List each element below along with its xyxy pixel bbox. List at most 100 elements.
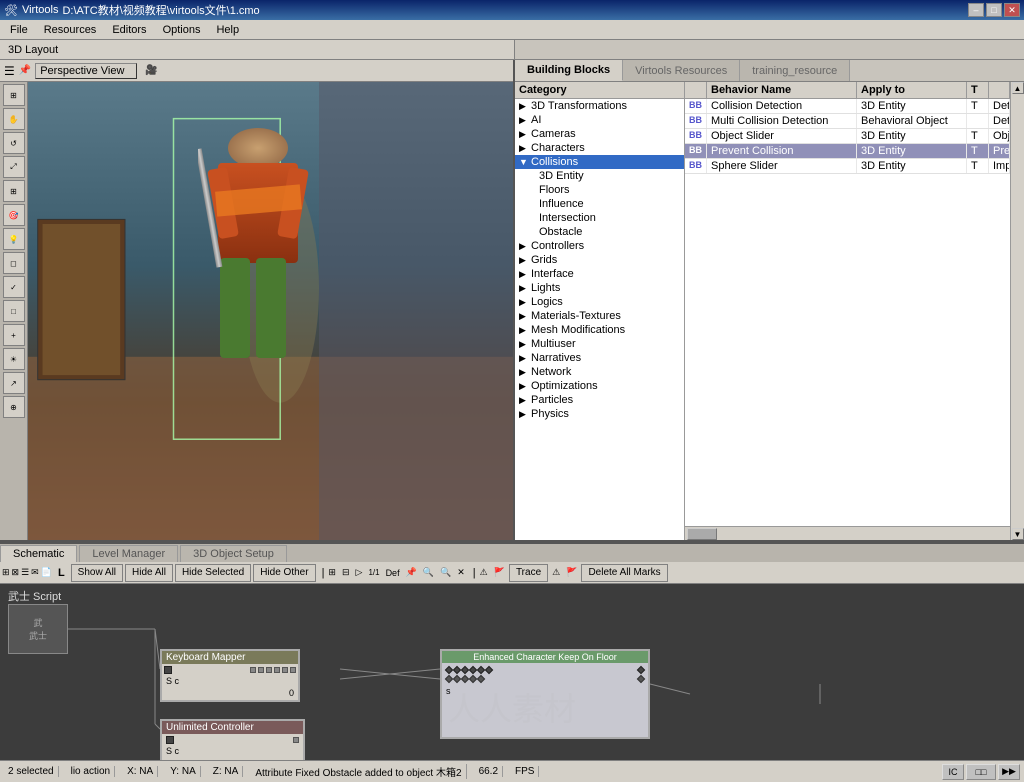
- table-row-collision-detection[interactable]: BB Collision Detection 3D Entity T Detec…: [685, 99, 1010, 114]
- table-row-object-slider[interactable]: BB Object Slider 3D Entity T Object Bal: [685, 129, 1010, 144]
- tab-3d-object-setup[interactable]: 3D Object Setup: [180, 545, 287, 562]
- tree-item-optimizations[interactable]: ▶Optimizations: [515, 379, 684, 393]
- tree-item-logics[interactable]: ▶Logics: [515, 295, 684, 309]
- character-model: [198, 128, 318, 408]
- td-apply-5: 3D Entity: [857, 159, 967, 173]
- vp-tool-select[interactable]: ⊞: [3, 84, 25, 106]
- table-row-prevent-collision[interactable]: BB Prevent Collision 3D Entity T Prevent…: [685, 144, 1010, 159]
- toolbar-zoom-icon: 🔍: [440, 567, 451, 578]
- enhanced-character-node[interactable]: Enhanced Character Keep On Floor: [440, 649, 650, 739]
- status-action: lio action: [67, 766, 115, 777]
- tab-building-blocks[interactable]: Building Blocks: [515, 60, 623, 81]
- tab-level-manager[interactable]: Level Manager: [79, 545, 178, 562]
- behavior-table: Behavior Name Apply to T BB Collision De…: [685, 82, 1010, 540]
- td-behavior-3: Object Slider: [707, 129, 857, 143]
- menu-help[interactable]: Help: [208, 22, 247, 38]
- hide-selected-button[interactable]: Hide Selected: [175, 564, 251, 582]
- vp-tool-arrow[interactable]: ↗: [3, 372, 25, 394]
- tree-item-narratives[interactable]: ▶Narratives: [515, 351, 684, 365]
- th-behavior-name: Behavior Name: [707, 82, 857, 98]
- kn-out-port-1: [250, 667, 256, 673]
- tree-item-cameras[interactable]: ▶Cameras: [515, 127, 684, 141]
- table-hscrollbar[interactable]: [685, 526, 1010, 540]
- tree-item-grids[interactable]: ▶Grids: [515, 253, 684, 267]
- tree-sub-3d-entity[interactable]: 3D Entity: [515, 169, 684, 183]
- tree-sub-obstacle[interactable]: Obstacle: [515, 225, 684, 239]
- vp-tool-plus[interactable]: +: [3, 324, 25, 346]
- menu-options[interactable]: Options: [155, 22, 209, 38]
- maximize-button[interactable]: □: [986, 3, 1002, 17]
- trace-button[interactable]: Trace: [509, 564, 548, 582]
- hide-all-button[interactable]: Hide All: [125, 564, 173, 582]
- main-area: ☰ 📌 Perspective View 🎥 ⊞ ✋ ↺ ⤢ ⊞ 🎯 💡 ◻ ✓…: [0, 60, 1024, 540]
- td-t-2: [967, 114, 989, 128]
- tree-sub-intersection[interactable]: Intersection: [515, 211, 684, 225]
- td-behavior-1: Collision Detection: [707, 99, 857, 113]
- status-btn-1[interactable]: IC: [942, 764, 964, 780]
- delete-all-marks-button[interactable]: Delete All Marks: [581, 564, 667, 582]
- keyboard-mapper-node[interactable]: Keyboard Mapper: [160, 649, 300, 702]
- vp-camera-icon[interactable]: 🎥: [145, 65, 157, 76]
- vp-tool-grid[interactable]: ⊞: [3, 180, 25, 202]
- tree-item-collisions[interactable]: ▼Collisions: [515, 155, 684, 169]
- menu-file[interactable]: File: [2, 22, 36, 38]
- vp-tool-nav[interactable]: ⊕: [3, 396, 25, 418]
- vp-tool-move[interactable]: ✋: [3, 108, 25, 130]
- hscrollbar-thumb[interactable]: [687, 528, 717, 540]
- vp-tool-light[interactable]: 💡: [3, 228, 25, 250]
- show-all-button[interactable]: Show All: [71, 564, 123, 582]
- vp-tool-scale[interactable]: ⤢: [3, 156, 25, 178]
- close-button[interactable]: ✕: [1004, 3, 1020, 17]
- toolbar-l: L: [54, 567, 69, 579]
- menu-resources[interactable]: Resources: [36, 22, 105, 38]
- en-in-tri-6: [485, 666, 493, 674]
- tab-virtools-resources[interactable]: Virtools Resources: [623, 60, 740, 81]
- perspective-view-dropdown[interactable]: Perspective View: [35, 63, 137, 79]
- tree-sub-floors[interactable]: Floors: [515, 183, 684, 197]
- vp-tool-box[interactable]: □: [3, 300, 25, 322]
- tab-schematic[interactable]: Schematic: [0, 545, 77, 562]
- vp-tool-sun[interactable]: ☀: [3, 348, 25, 370]
- vp-pin-icon[interactable]: 📌: [19, 65, 31, 76]
- menu-bar: File Resources Editors Options Help: [0, 20, 1024, 40]
- th-desc: [989, 82, 1010, 98]
- tree-item-particles[interactable]: ▶Particles: [515, 393, 684, 407]
- status-z: Z: NA: [209, 766, 244, 777]
- vscrollbar-up[interactable]: ▲: [1012, 82, 1024, 94]
- status-btn-3[interactable]: ▶▶: [998, 764, 1020, 780]
- tree-item-physics[interactable]: ▶Physics: [515, 407, 684, 421]
- vscrollbar-down[interactable]: ▼: [1012, 528, 1024, 540]
- tree-item-3d-transformations[interactable]: ▶3D Transformations: [515, 99, 684, 113]
- td-behavior-5: Sphere Slider: [707, 159, 857, 173]
- minimize-button[interactable]: –: [968, 3, 984, 17]
- tree-item-controllers[interactable]: ▶Controllers: [515, 239, 684, 253]
- tab-training-resource[interactable]: training_resource: [740, 60, 850, 81]
- tree-item-interface[interactable]: ▶Interface: [515, 267, 684, 281]
- tree-item-materials-textures[interactable]: ▶Materials-Textures: [515, 309, 684, 323]
- tree-item-multiuser[interactable]: ▶Multiuser: [515, 337, 684, 351]
- status-y: Y: NA: [166, 766, 201, 777]
- script-icon-box[interactable]: 武 武士: [8, 604, 68, 654]
- table-row-sphere-slider[interactable]: BB Sphere Slider 3D Entity T Impede the: [685, 159, 1010, 174]
- tree-item-mesh-modifications[interactable]: ▶Mesh Modifications: [515, 323, 684, 337]
- vp-tool-cam[interactable]: 🎯: [3, 204, 25, 226]
- vp-tool-rotate[interactable]: ↺: [3, 132, 25, 154]
- table-row-multi-collision[interactable]: BB Multi Collision Detection Behavioral …: [685, 114, 1010, 129]
- vp-menu-icon[interactable]: ☰: [4, 64, 15, 78]
- hide-other-button[interactable]: Hide Other: [253, 564, 315, 582]
- th-t: T: [967, 82, 989, 98]
- vp-tool-wire[interactable]: ◻: [3, 252, 25, 274]
- bb-vscrollbar[interactable]: ▲ ▼: [1010, 82, 1024, 540]
- tree-item-characters[interactable]: ▶Characters: [515, 141, 684, 155]
- tree-item-lights[interactable]: ▶Lights: [515, 281, 684, 295]
- schematic-canvas[interactable]: 武士 Script 武 武士 Keyboard Mapper: [0, 584, 1024, 760]
- tree-sub-influence[interactable]: Influence: [515, 197, 684, 211]
- 3d-scene[interactable]: [28, 82, 513, 540]
- tree-item-ai[interactable]: ▶AI: [515, 113, 684, 127]
- menu-editors[interactable]: Editors: [104, 22, 154, 38]
- tree-item-network[interactable]: ▶Network: [515, 365, 684, 379]
- td-icon-3: BB: [685, 129, 707, 143]
- category-tree[interactable]: Category ▶3D Transformations ▶AI ▶Camera…: [515, 82, 685, 540]
- vp-tool-check[interactable]: ✓: [3, 276, 25, 298]
- status-btn-2[interactable]: □□: [966, 764, 996, 780]
